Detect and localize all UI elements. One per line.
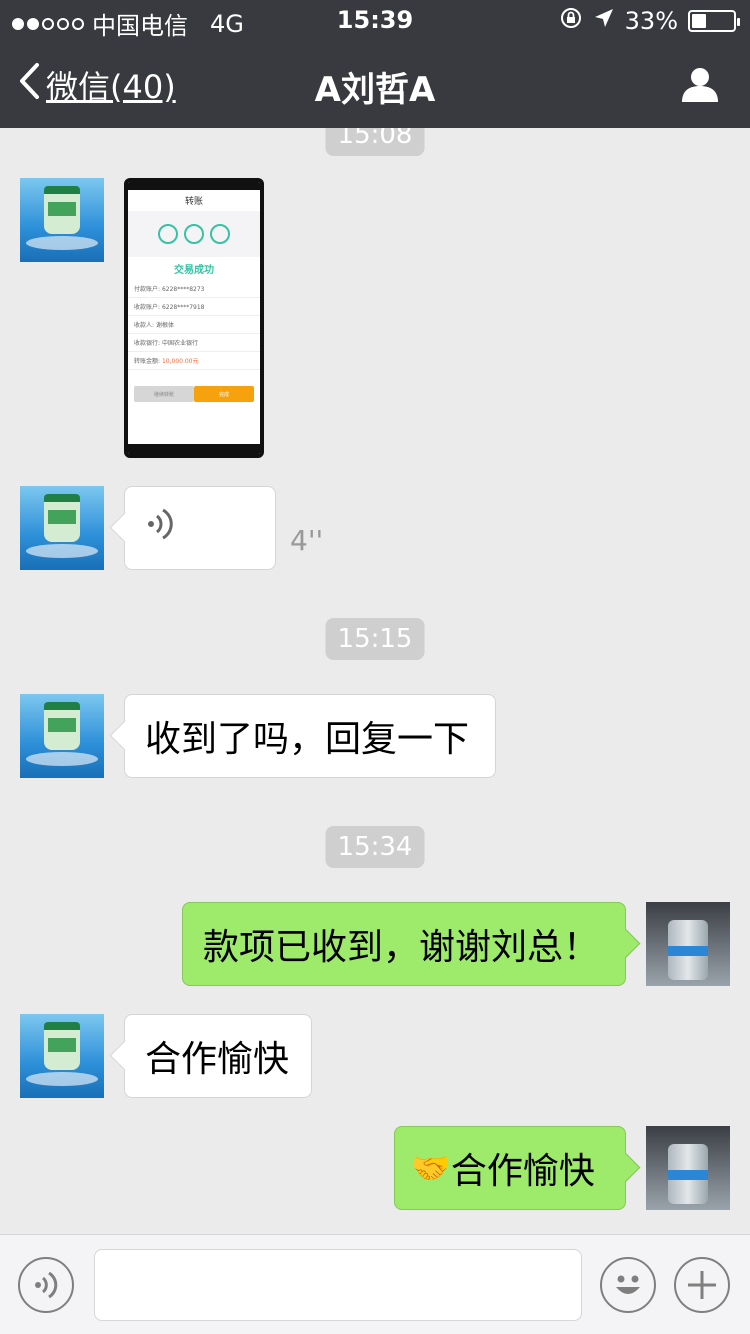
emoji-icon[interactable] [600,1257,656,1313]
message-bubble[interactable]: 合作愉快 [124,1014,312,1098]
message-bubble[interactable]: 收到了吗，回复一下 [124,694,496,778]
timestamp: 15:34 [325,826,425,868]
message-input[interactable] [94,1249,582,1321]
timestamp: 15:15 [325,618,425,660]
screenshot-row: 转账金额: 10,000.00元 [128,352,260,370]
message-text: 款项已收到，谢谢刘总！ [203,927,600,968]
voice-message[interactable] [124,486,276,570]
battery-percent: 33% [624,7,678,35]
screenshot-row: 付款账户: 6228****8273 [128,280,260,298]
nav-bar: 微信(40) A刘哲A [0,40,750,128]
profile-icon[interactable] [680,64,720,108]
avatar[interactable] [20,486,104,570]
message-bubble[interactable]: 🤝 合作愉快 [394,1126,626,1210]
screenshot-buttons: 继续转账 完成 [128,370,260,402]
message-text: 收到了吗，回复一下 [145,719,470,760]
screenshot-row: 收款人: 谢根体 [128,316,260,334]
timestamp: 15:08 [325,128,425,156]
message-text: 合作愉快 [145,1039,290,1080]
avatar[interactable] [20,694,104,778]
message-bubble[interactable]: 款项已收到，谢谢刘总！ [182,902,626,986]
balloons-graphic [128,211,260,257]
screenshot-header: 转账 [184,197,203,207]
chat-title: A刘哲A [314,70,436,110]
screenshot-success: 交易成功 [174,265,214,276]
status-right: 33% [559,6,740,36]
voice-icon[interactable] [18,1257,74,1313]
rotation-lock-icon [559,6,583,36]
plus-icon[interactable] [674,1257,730,1313]
voice-duration: 4'' [290,524,324,557]
avatar[interactable] [20,1014,104,1098]
handshake-icon: 🤝 [411,1149,451,1187]
avatar[interactable] [646,902,730,986]
battery-icon [688,10,740,32]
avatar[interactable] [646,1126,730,1210]
avatar[interactable] [20,178,104,262]
chat-area[interactable]: 15:08 转账 交易成功 付款账户: 6228****8273 收款账户: 6… [0,128,750,1234]
status-bar: 中国电信 4G 15:39 33% [0,0,750,40]
message-text: 合作愉快 [450,1151,595,1192]
input-bar [0,1234,750,1334]
voice-wave-icon [145,506,175,551]
top-bar: 中国电信 4G 15:39 33% 微信(40) A刘哲A [0,0,750,128]
screenshot-row: 收款银行: 中国农业银行 [128,334,260,352]
screenshot-row: 收款账户: 6228****7918 [128,298,260,316]
image-message[interactable]: 转账 交易成功 付款账户: 6228****8273 收款账户: 6228***… [124,178,264,458]
location-icon [593,7,615,35]
